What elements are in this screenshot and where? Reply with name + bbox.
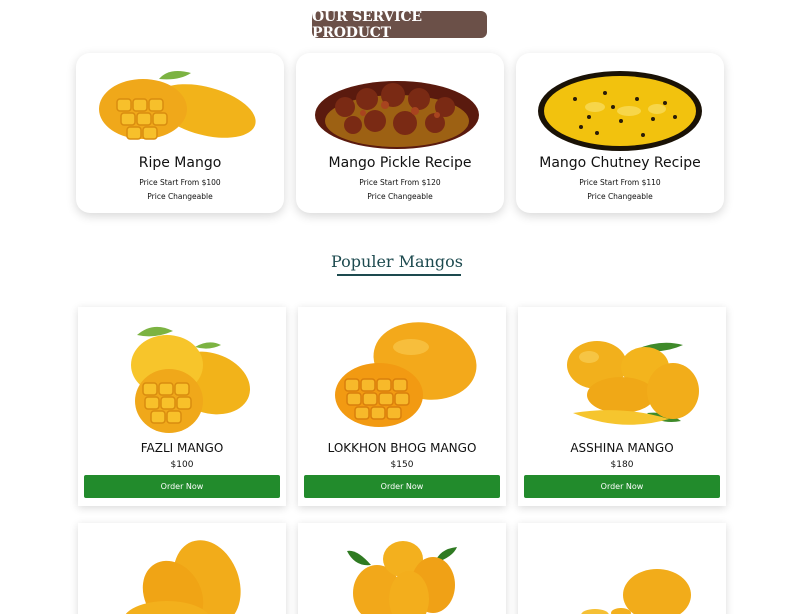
product-card-fazli-mango: FAZLI MANGO $100 Order Now: [78, 307, 286, 506]
order-now-button[interactable]: Order Now: [304, 475, 500, 498]
service-card-mango-pickle[interactable]: Mango Pickle Recipe Price Start From $12…: [296, 53, 504, 213]
mango-image: [518, 563, 726, 614]
mango-chutney-image: [516, 59, 724, 155]
product-card: [518, 523, 726, 614]
product-card: [78, 523, 286, 614]
service-card-price: Price Start From $100: [139, 178, 221, 187]
product-price: $150: [390, 460, 414, 470]
order-now-button[interactable]: Order Now: [84, 475, 280, 498]
fazli-mango-image: [78, 317, 286, 437]
service-card-note: Price Changeable: [587, 192, 653, 201]
service-card-name: Ripe Mango: [138, 155, 222, 171]
service-card-note: Price Changeable: [147, 192, 213, 201]
service-card-note: Price Changeable: [367, 192, 433, 201]
product-card-lokkhon-bhog-mango: LOKKHON BHOG MANGO $150 Order Now: [298, 307, 506, 506]
lokkhon-bhog-mango-image: [298, 317, 506, 437]
asshina-mango-image: [518, 317, 726, 437]
service-card-name: Mango Chutney Recipe: [539, 155, 701, 171]
order-now-button[interactable]: Order Now: [524, 475, 720, 498]
service-card-price: Price Start From $120: [359, 178, 441, 187]
service-card-price: Price Start From $110: [579, 178, 661, 187]
mango-pickle-image: [296, 59, 504, 155]
product-price: $100: [170, 460, 194, 470]
product-name: LOKKHON BHOG MANGO: [327, 441, 477, 455]
product-price: $180: [610, 460, 634, 470]
product-card: [298, 523, 506, 614]
product-name: FAZLI MANGO: [140, 441, 224, 455]
mango-image: [78, 539, 286, 614]
popular-section-title: Populer Mangos: [331, 252, 463, 271]
product-name: ASSHINA MANGO: [570, 441, 674, 455]
product-card-asshina-mango: ASSHINA MANGO $180 Order Now: [518, 307, 726, 506]
service-card-mango-chutney[interactable]: Mango Chutney Recipe Price Start From $1…: [516, 53, 724, 213]
service-card-name: Mango Pickle Recipe: [328, 155, 472, 171]
service-card-ripe-mango[interactable]: Ripe Mango Price Start From $100 Price C…: [76, 53, 284, 213]
ripe-mango-image: [76, 59, 284, 155]
popular-title-underline: [337, 274, 461, 276]
mango-bunch-image: [298, 537, 506, 614]
service-section-title: OUR SERVICE PRODUCT: [312, 9, 487, 41]
